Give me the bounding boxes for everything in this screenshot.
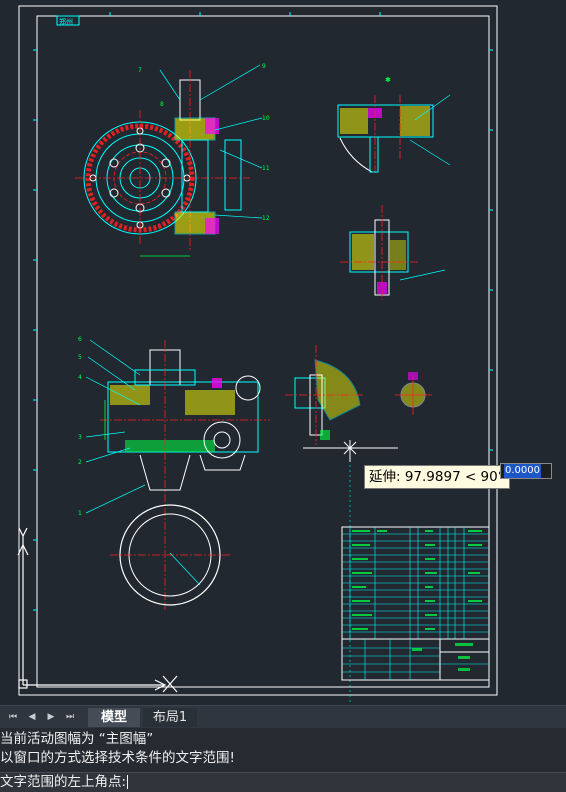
title-block-table [341,526,490,681]
view-small-sections [285,345,432,445]
command-input[interactable]: 文字范围的左上角点: [0,772,566,792]
command-prompt: 文字范围的左上角点: [0,774,127,790]
tab-layout1[interactable]: 布局1 [143,708,197,727]
next-tab-icon[interactable]: ▶ [44,710,58,724]
part-number: 1 [78,510,82,517]
last-tab-icon[interactable]: ⏭ [63,710,77,724]
command-history: 当前活动图幅为 “主图幅” 以窗口的方式选择技术条件的文字范围! [0,728,566,772]
part-number: 7 [138,67,142,74]
part-number: 8 [160,101,164,108]
dynamic-input-tooltip: 延伸: 97.9897 < 90° [364,465,510,489]
part-number: 5 [78,354,82,361]
cad-drawing[interactable]: 郑州 7 8 9 10 11 12 ✱ 6 5 4 3 2 1 [0,0,566,705]
text-caret [127,775,129,789]
ucs-icon [17,527,178,693]
dynamic-input-value[interactable]: 0.0000 [504,464,541,478]
part-number: 9 [262,63,266,70]
part-number: 12 [262,215,270,222]
view-assembly-bottom: 6 5 4 3 2 1 [78,336,270,610]
first-tab-icon[interactable]: ⏮ [6,710,20,724]
view-section-middle-right [340,205,446,300]
layout-tab-bar: ⏮ ◀ ▶ ⏭ 模型 布局1 [0,705,566,728]
view-section-top-right: ✱ [337,76,451,175]
prev-tab-icon[interactable]: ◀ [25,710,39,724]
view-flange-top: 7 8 9 10 11 12 [75,63,270,257]
drawing-canvas[interactable]: 郑州 7 8 9 10 11 12 ✱ 6 5 4 3 2 1 延伸: 97.9… [0,0,566,705]
part-number: 10 [262,115,270,122]
dynamic-input-field[interactable]: 0.0000 [500,463,552,479]
part-number: 4 [78,374,82,381]
part-number: 3 [78,434,82,441]
title-tag: 郑州 [59,18,73,26]
command-history-line: 当前活动图幅为 “主图幅” [0,731,154,747]
part-number: 6 [78,336,82,343]
part-number: 11 [262,165,270,172]
part-number: 2 [78,459,82,466]
svg-text:✱: ✱ [385,76,391,84]
command-history-line: 以窗口的方式选择技术条件的文字范围! [0,750,235,766]
tab-model[interactable]: 模型 [88,708,140,727]
frame-ticks [33,12,493,611]
